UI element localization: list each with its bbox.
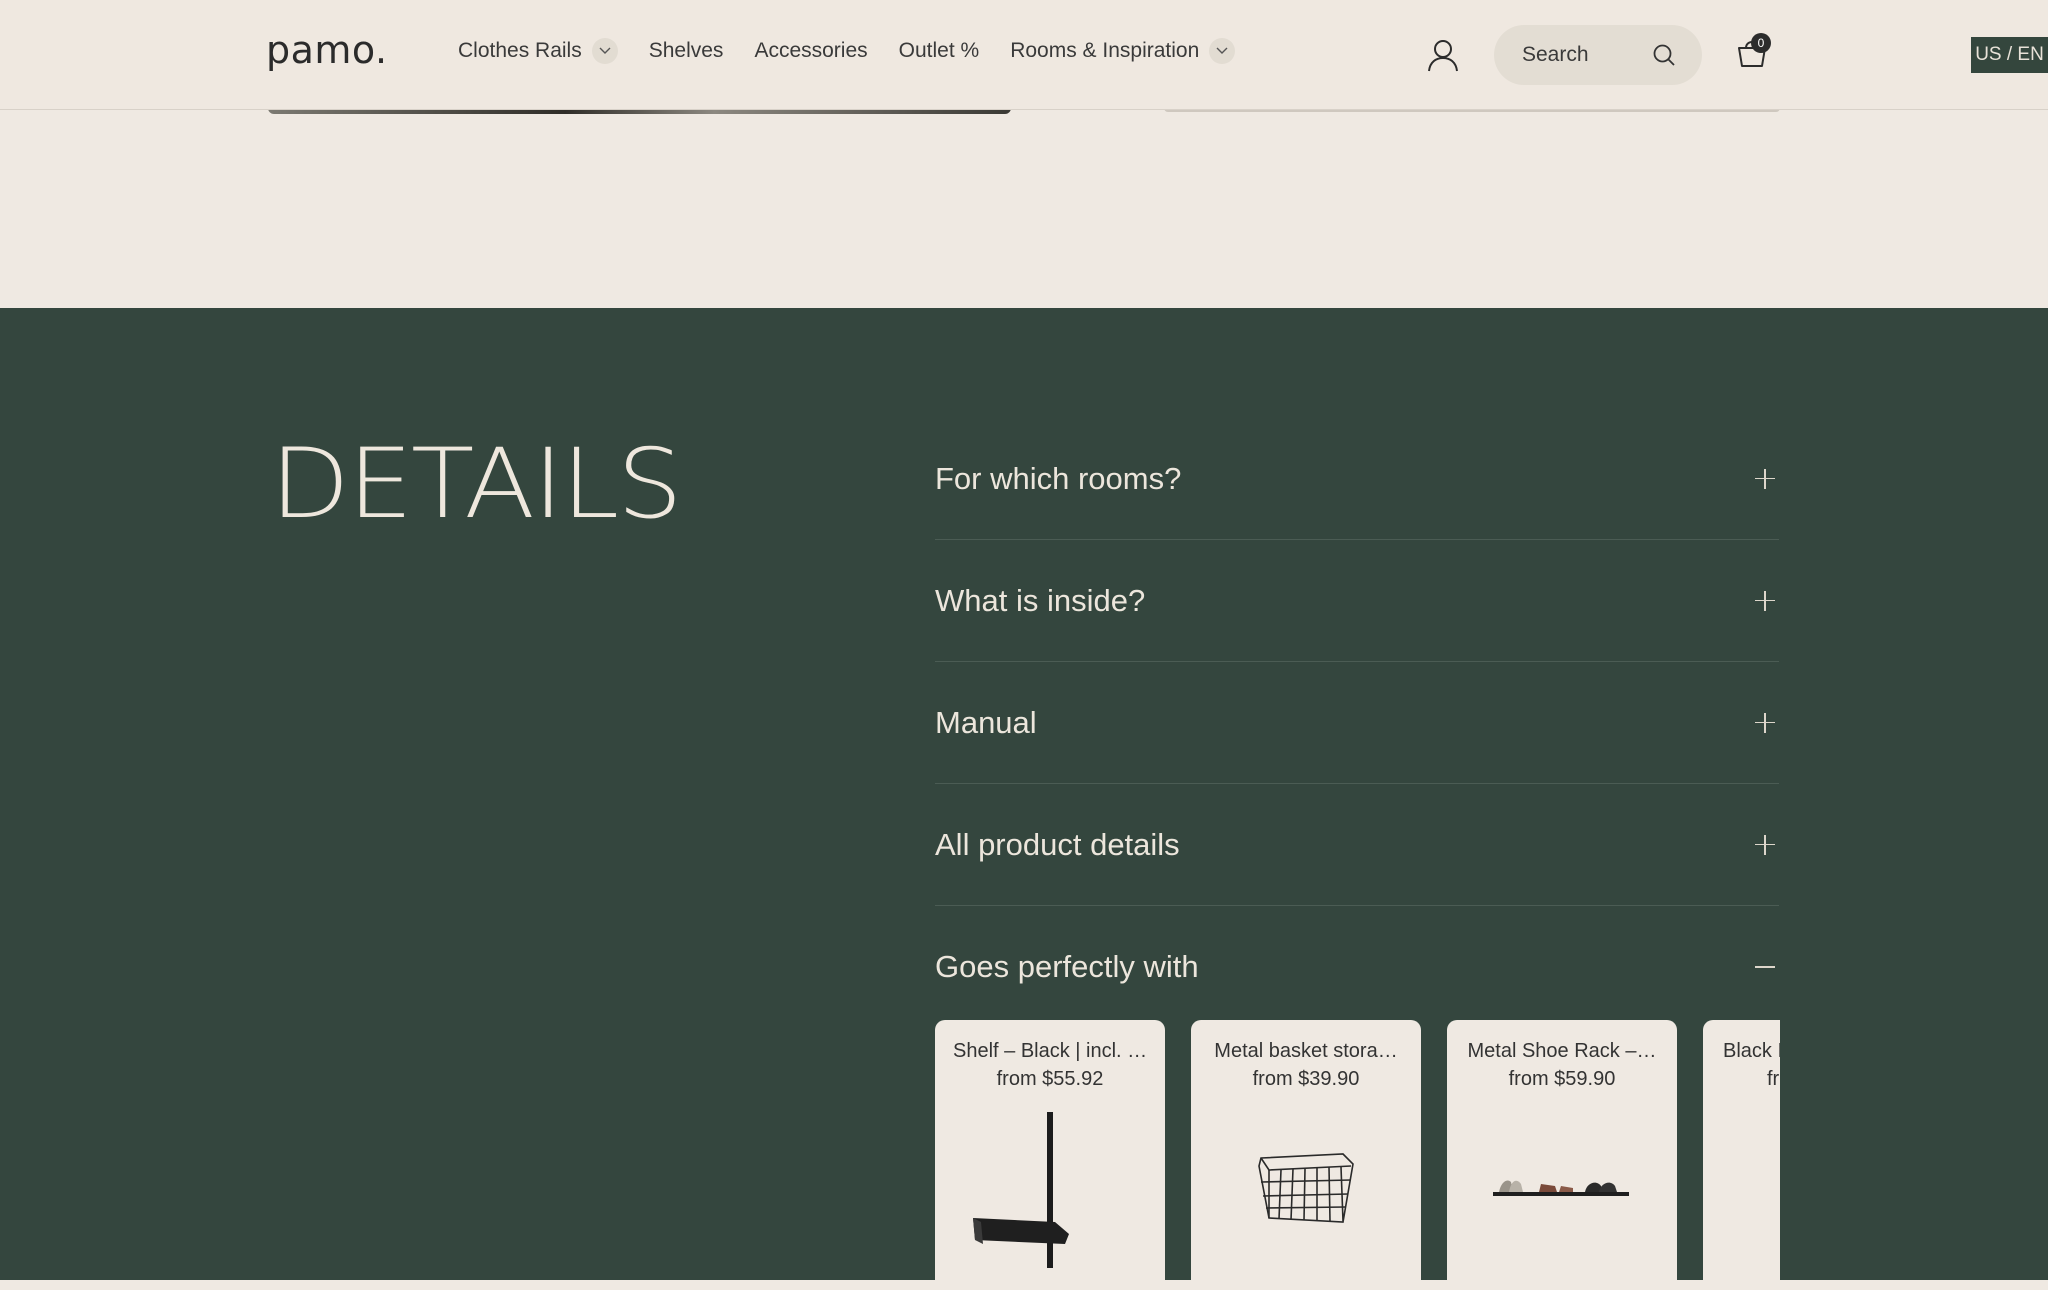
plus-icon[interactable]: [1755, 712, 1775, 733]
chevron-down-icon[interactable]: [1209, 38, 1236, 64]
plus-icon[interactable]: [1755, 834, 1775, 855]
product-title: Black I: [1723, 1040, 1780, 1062]
section-title: Details: [270, 428, 683, 540]
product-title: Shelf – Black | incl. …: [953, 1040, 1148, 1062]
accordion-label: What is inside?: [935, 582, 1146, 618]
minus-icon[interactable]: [1755, 957, 1775, 977]
shoe-rack-image: [1493, 1180, 1629, 1196]
product-title: Metal basket stora…: [1214, 1040, 1398, 1062]
search-input[interactable]: Search: [1522, 43, 1652, 67]
site-header: pamo. Clothes Rails Shelves Accessories …: [0, 0, 2048, 110]
accordion-label: For which rooms?: [935, 460, 1182, 496]
nav-item-label: Clothes Rails: [458, 39, 582, 62]
wire-basket-image: [1258, 1153, 1354, 1223]
black-shelf-image: [973, 1112, 1069, 1268]
nav-item-label: Outlet %: [898, 39, 980, 62]
accordion-label: All product details: [935, 826, 1180, 862]
main-nav: Clothes Rails Shelves Accessories Outlet…: [458, 38, 1266, 64]
nav-item-outlet[interactable]: Outlet %: [899, 39, 980, 63]
nav-item-label: Shelves: [648, 39, 724, 62]
product-price: from $39.90: [1252, 1068, 1360, 1090]
accordion-item-rooms[interactable]: For which rooms?: [935, 418, 1779, 540]
accordion-item-product-details[interactable]: All product details: [935, 784, 1779, 906]
search-bar[interactable]: Search: [1494, 25, 1702, 85]
accordion-label: Manual: [935, 704, 1037, 740]
product-card[interactable]: Black I fr: [1703, 1020, 1780, 1290]
nav-item-label: Rooms & Inspiration: [1010, 39, 1200, 62]
accordion-label: Goes perfectly with: [935, 949, 1199, 984]
product-title: Metal Shoe Rack –…: [1467, 1040, 1657, 1062]
nav-item-rooms-inspiration[interactable]: Rooms & Inspiration: [1010, 38, 1236, 64]
product-card[interactable]: Metal basket stora… from $39.90: [1191, 1020, 1421, 1290]
chevron-down-icon[interactable]: [591, 38, 618, 64]
product-card[interactable]: Shelf – Black | incl. … from $55.92: [935, 1020, 1165, 1290]
nav-item-label: Accessories: [754, 39, 868, 62]
accordion-item-goes-with[interactable]: Goes perfectly with: [935, 906, 1779, 1028]
product-price: fr: [1767, 1068, 1780, 1090]
search-icon[interactable]: [1652, 43, 1676, 67]
accordion-item-manual[interactable]: Manual: [935, 662, 1779, 784]
cart-count-badge: 0: [1751, 33, 1771, 53]
nav-item-shelves[interactable]: Shelves: [649, 39, 724, 63]
user-icon[interactable]: [1426, 38, 1460, 72]
plus-icon[interactable]: [1755, 590, 1775, 611]
accordion-item-inside[interactable]: What is inside?: [935, 540, 1779, 662]
details-section: Details For which rooms? What is inside?…: [0, 308, 2048, 1290]
plus-icon[interactable]: [1755, 468, 1775, 489]
site-logo[interactable]: pamo.: [266, 28, 388, 72]
locale-selector[interactable]: US / EN: [1971, 37, 2048, 73]
product-price: from $55.92: [996, 1068, 1104, 1090]
product-card[interactable]: Metal Shoe Rack –… from $59.90: [1447, 1020, 1677, 1290]
nav-item-clothes-rails[interactable]: Clothes Rails: [458, 38, 618, 64]
product-price: from $59.90: [1508, 1068, 1616, 1090]
related-products-carousel[interactable]: Shelf – Black | incl. … from $55.92 Meta…: [935, 1020, 1780, 1290]
nav-item-accessories[interactable]: Accessories: [754, 39, 867, 63]
details-accordion: For which rooms? What is inside? Manual …: [935, 418, 1779, 1028]
